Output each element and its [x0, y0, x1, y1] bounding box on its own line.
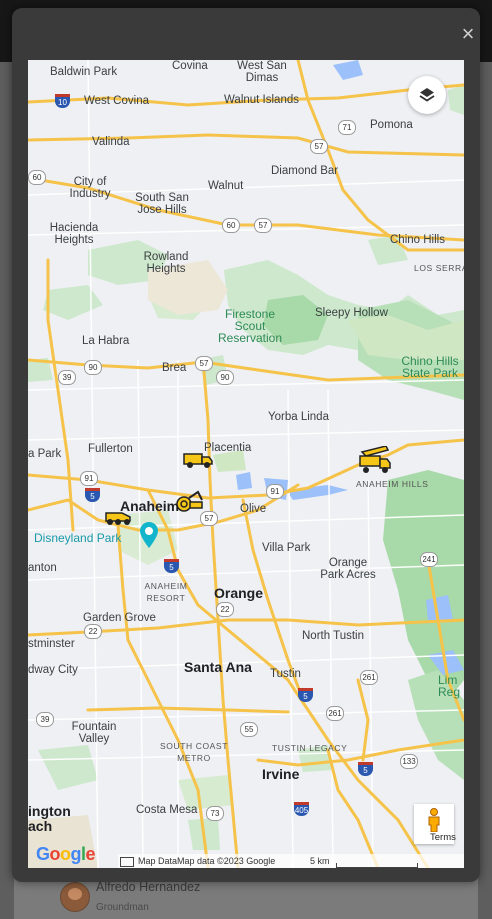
label-chino-hills: Chino Hills [390, 234, 445, 246]
shield-91a: 91 [80, 471, 98, 486]
label-lim: Lim Reg [438, 673, 461, 699]
map-layers-button[interactable] [408, 76, 446, 114]
shield-i5b: 5 [164, 559, 179, 573]
shield-i5d: 5 [358, 762, 373, 776]
label-irvine: Irvine [262, 766, 300, 782]
shield-71: 71 [338, 120, 356, 135]
map-view[interactable]: Baldwin Park Covina West San Dimas West … [28, 60, 464, 868]
label-baldwin-park: Baldwin Park [50, 66, 118, 78]
shield-261b: 261 [326, 706, 344, 721]
label-orange: Orange [214, 585, 264, 601]
shield-60a: 60 [28, 170, 46, 185]
label-disneyland-park: Disneyland Park [34, 531, 122, 545]
label-chino-hills-state-park: Chino Hills State Park [401, 354, 459, 380]
label-park: a Park [28, 448, 62, 460]
shield-73: 73 [206, 806, 224, 821]
crew-member-name: Alfredo Hernandez [96, 880, 201, 894]
shield-241: 241 [420, 552, 438, 567]
shield-60b: 60 [222, 218, 240, 233]
label-tustin-legacy: TUSTIN LEGACY [272, 743, 348, 753]
google-logo-letter: o [60, 844, 71, 864]
label-fountain-valley: Fountain Valley [71, 721, 117, 745]
disneyland-pin-icon[interactable] [140, 522, 158, 548]
pegman-icon [428, 808, 440, 832]
label-firestone-scout-reservation: Firestone Scout Reservation [217, 307, 283, 345]
scale-label: 5 km [310, 856, 330, 866]
label-yorba-linda: Yorba Linda [268, 411, 329, 423]
label-tustin: Tustin [270, 668, 301, 680]
label-la-habra: La Habra [82, 335, 130, 347]
label-orange-park-acres: Orange Park Acres [320, 557, 376, 581]
label-olive: Olive [240, 503, 267, 515]
google-logo-letter: e [85, 844, 96, 864]
label-city-of-industry: City of Industry [69, 176, 111, 200]
shield-90b: 90 [216, 370, 234, 385]
label-garden-grove: Garden Grove [83, 612, 156, 624]
label-diamond-bar: Diamond Bar [271, 165, 339, 177]
shield-55: 55 [240, 722, 258, 737]
label-brea: Brea [162, 362, 187, 374]
shield-i5a: 5 [85, 488, 100, 502]
label-los-serranos: LOS SERRA [414, 263, 464, 273]
layers-icon [419, 88, 435, 102]
avatar [60, 882, 90, 912]
keyboard-icon[interactable] [120, 856, 134, 867]
shield-i405: 405 [294, 802, 309, 816]
shield-i5c: 5 [298, 688, 313, 702]
label-walnut: Walnut [208, 180, 244, 192]
shield-39a: 39 [58, 370, 76, 385]
label-west-san-dimas: West San Dimas [237, 60, 287, 84]
google-logo-letter: G [36, 844, 50, 864]
shield-22a: 22 [216, 602, 234, 617]
shield-91b: 91 [266, 484, 284, 499]
label-west-covina: West Covina [84, 95, 149, 107]
label-anaheim-hills: ANAHEIM HILLS [356, 479, 429, 489]
scale-bar [336, 863, 418, 868]
label-north-tustin: North Tustin [302, 630, 364, 642]
label-santa-ana: Santa Ana [184, 659, 252, 675]
street-view-pegman-button[interactable]: Terms [414, 804, 456, 844]
label-rowland-heights: Rowland Heights [143, 251, 189, 275]
label-valinda: Valinda [92, 136, 130, 148]
label-hacienda-heights: Hacienda Heights [49, 222, 99, 246]
google-logo: Google [36, 844, 96, 865]
label-pomona: Pomona [370, 119, 413, 131]
crew-member-role: Groundman [96, 902, 149, 913]
shield-261a: 261 [360, 670, 378, 685]
shield-133: 133 [400, 754, 418, 769]
label-costa-mesa: Costa Mesa [136, 804, 198, 816]
label-south-san-jose-hills: South San Jose Hills [135, 192, 189, 216]
google-logo-letter: g [70, 844, 82, 864]
google-logo-letter: o [49, 844, 61, 864]
roller-icon[interactable] [102, 507, 134, 527]
shield-i10: 10 [55, 94, 70, 108]
terms-link[interactable]: Terms [430, 832, 456, 843]
label-midway-city: dway City [28, 664, 78, 676]
shield-22b: 22 [84, 624, 102, 639]
label-westminster: stminster [28, 638, 75, 650]
shield-57a: 57 [310, 139, 328, 154]
shield-90a: 90 [84, 360, 102, 375]
label-anaheim-resort: ANAHEIM RESORT [144, 581, 188, 603]
truck-icon[interactable] [182, 450, 214, 470]
shield-57c: 57 [195, 356, 213, 371]
label-covina: Covina [172, 60, 208, 72]
map-data-link[interactable]: Map Data [138, 856, 177, 866]
label-villa-park: Villa Park [262, 542, 311, 554]
label-sleepy-hollow: Sleepy Hollow [315, 307, 388, 319]
label-stanton: anton [28, 562, 57, 574]
label-south-coast-metro: SOUTH COAST METRO [160, 741, 228, 763]
excavator-icon[interactable] [172, 488, 204, 514]
label-huntington-beach: ington ach [28, 803, 71, 834]
close-button[interactable]: × [456, 22, 480, 46]
map-data-copyright: Map data ©2023 Google [177, 856, 276, 866]
shield-39b: 39 [36, 712, 54, 727]
label-fullerton: Fullerton [88, 443, 133, 455]
shield-57b: 57 [254, 218, 272, 233]
label-walnut-islands: Walnut Islands [224, 94, 299, 106]
flatbed-truck-icon[interactable] [358, 446, 392, 476]
